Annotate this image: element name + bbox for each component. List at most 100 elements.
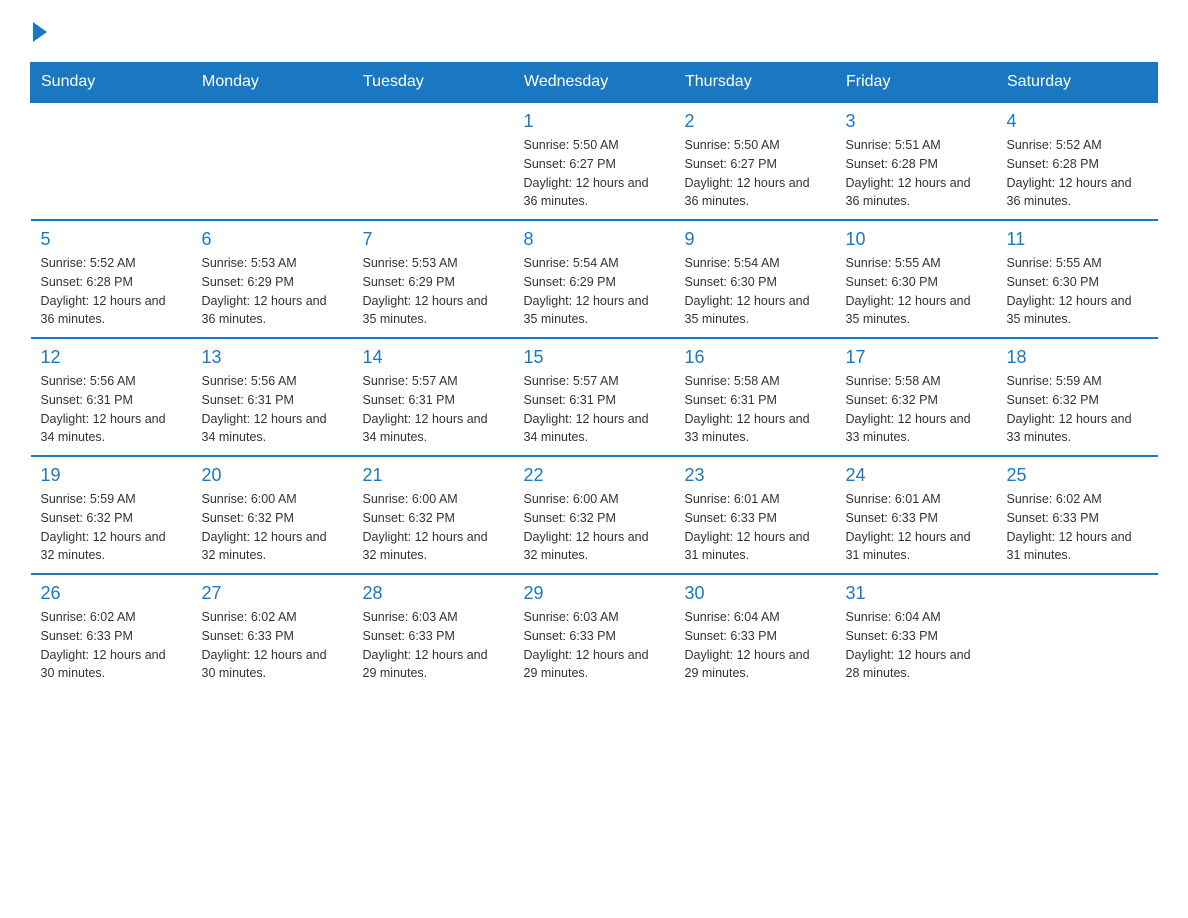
day-number: 21 [363,465,504,486]
calendar-cell: 11 Sunrise: 5:55 AM Sunset: 6:30 PM Dayli… [997,220,1158,338]
day-info: Sunrise: 5:59 AM Sunset: 6:32 PM Dayligh… [1007,372,1148,447]
calendar-cell: 14Sunrise: 5:57 AM Sunset: 6:31 PM Dayli… [353,338,514,456]
weekday-header-monday: Monday [192,63,353,103]
calendar-cell: 16Sunrise: 5:58 AM Sunset: 6:31 PM Dayli… [675,338,836,456]
calendar-cell: 25 Sunrise: 6:02 AM Sunset: 6:33 PM Dayli… [997,456,1158,574]
day-info: Sunrise: 6:02 AM Sunset: 6:33 PM Dayligh… [41,608,182,683]
calendar-cell: 22 Sunrise: 6:00 AM Sunset: 6:32 PM Dayli… [514,456,675,574]
week-row-1: 1 Sunrise: 5:50 AM Sunset: 6:27 PM Daylig… [31,102,1158,220]
day-info: Sunrise: 6:00 AM Sunset: 6:32 PM Dayligh… [524,490,665,565]
day-info: Sunrise: 5:56 AM Sunset: 6:31 PM Dayligh… [41,372,182,447]
day-number: 11 [1007,229,1148,250]
day-number: 10 [846,229,987,250]
day-info: Sunrise: 5:50 AM Sunset: 6:27 PM Dayligh… [524,136,665,211]
day-number: 8 [524,229,665,250]
calendar-cell: 5 Sunrise: 5:52 AM Sunset: 6:28 PM Daylig… [31,220,192,338]
calendar-cell [192,102,353,220]
week-row-2: 5 Sunrise: 5:52 AM Sunset: 6:28 PM Daylig… [31,220,1158,338]
day-number: 12 [41,347,182,368]
day-number: 13 [202,347,343,368]
day-info: Sunrise: 5:51 AM Sunset: 6:28 PM Dayligh… [846,136,987,211]
day-info: Sunrise: 6:04 AM Sunset: 6:33 PM Dayligh… [846,608,987,683]
calendar-cell: 7 Sunrise: 5:53 AM Sunset: 6:29 PM Daylig… [353,220,514,338]
day-number: 29 [524,583,665,604]
weekday-header-row: SundayMondayTuesdayWednesdayThursdayFrid… [31,63,1158,103]
calendar-cell: 12 Sunrise: 5:56 AM Sunset: 6:31 PM Dayli… [31,338,192,456]
weekday-header-wednesday: Wednesday [514,63,675,103]
logo-triangle-icon [33,22,47,42]
calendar-cell: 27 Sunrise: 6:02 AM Sunset: 6:33 PM Dayli… [192,574,353,691]
day-number: 17 [846,347,987,368]
calendar-cell: 18 Sunrise: 5:59 AM Sunset: 6:32 PM Dayli… [997,338,1158,456]
day-number: 23 [685,465,826,486]
calendar-cell: 29 Sunrise: 6:03 AM Sunset: 6:33 PM Dayli… [514,574,675,691]
day-info: Sunrise: 6:03 AM Sunset: 6:33 PM Dayligh… [524,608,665,683]
weekday-header-sunday: Sunday [31,63,192,103]
weekday-header-saturday: Saturday [997,63,1158,103]
day-info: Sunrise: 6:02 AM Sunset: 6:33 PM Dayligh… [202,608,343,683]
day-number: 27 [202,583,343,604]
day-info: Sunrise: 5:55 AM Sunset: 6:30 PM Dayligh… [846,254,987,329]
calendar-cell: 17 Sunrise: 5:58 AM Sunset: 6:32 PM Dayli… [836,338,997,456]
day-number: 3 [846,111,987,132]
day-number: 31 [846,583,987,604]
day-info: Sunrise: 5:59 AM Sunset: 6:32 PM Dayligh… [41,490,182,565]
day-number: 1 [524,111,665,132]
calendar-cell: 3 Sunrise: 5:51 AM Sunset: 6:28 PM Daylig… [836,102,997,220]
day-info: Sunrise: 6:02 AM Sunset: 6:33 PM Dayligh… [1007,490,1148,565]
day-number: 5 [41,229,182,250]
calendar-cell: 6 Sunrise: 5:53 AM Sunset: 6:29 PM Daylig… [192,220,353,338]
day-number: 24 [846,465,987,486]
calendar-cell: 1 Sunrise: 5:50 AM Sunset: 6:27 PM Daylig… [514,102,675,220]
day-info: Sunrise: 5:52 AM Sunset: 6:28 PM Dayligh… [1007,136,1148,211]
day-info: Sunrise: 5:58 AM Sunset: 6:31 PM Dayligh… [685,372,826,447]
day-number: 2 [685,111,826,132]
day-number: 7 [363,229,504,250]
calendar-cell: 30Sunrise: 6:04 AM Sunset: 6:33 PM Dayli… [675,574,836,691]
calendar-cell: 23 Sunrise: 6:01 AM Sunset: 6:33 PM Dayli… [675,456,836,574]
calendar-cell: 20 Sunrise: 6:00 AM Sunset: 6:32 PM Dayli… [192,456,353,574]
logo [30,20,47,42]
page-header [30,20,1158,42]
calendar-cell [31,102,192,220]
calendar-cell: 13 Sunrise: 5:56 AM Sunset: 6:31 PM Dayli… [192,338,353,456]
day-number: 15 [524,347,665,368]
calendar-cell: 24 Sunrise: 6:01 AM Sunset: 6:33 PM Dayli… [836,456,997,574]
day-number: 9 [685,229,826,250]
day-info: Sunrise: 5:54 AM Sunset: 6:30 PM Dayligh… [685,254,826,329]
day-info: Sunrise: 5:50 AM Sunset: 6:27 PM Dayligh… [685,136,826,211]
day-info: Sunrise: 5:56 AM Sunset: 6:31 PM Dayligh… [202,372,343,447]
calendar-cell: 19 Sunrise: 5:59 AM Sunset: 6:32 PM Dayli… [31,456,192,574]
day-info: Sunrise: 6:03 AM Sunset: 6:33 PM Dayligh… [363,608,504,683]
day-info: Sunrise: 5:53 AM Sunset: 6:29 PM Dayligh… [202,254,343,329]
day-info: Sunrise: 6:01 AM Sunset: 6:33 PM Dayligh… [685,490,826,565]
day-info: Sunrise: 6:00 AM Sunset: 6:32 PM Dayligh… [202,490,343,565]
calendar-cell: 4Sunrise: 5:52 AM Sunset: 6:28 PM Daylig… [997,102,1158,220]
weekday-header-friday: Friday [836,63,997,103]
day-number: 18 [1007,347,1148,368]
day-info: Sunrise: 6:01 AM Sunset: 6:33 PM Dayligh… [846,490,987,565]
calendar-cell [353,102,514,220]
calendar-cell: 28Sunrise: 6:03 AM Sunset: 6:33 PM Dayli… [353,574,514,691]
day-number: 20 [202,465,343,486]
day-number: 26 [41,583,182,604]
day-number: 30 [685,583,826,604]
weekday-header-thursday: Thursday [675,63,836,103]
day-number: 19 [41,465,182,486]
calendar-cell: 15Sunrise: 5:57 AM Sunset: 6:31 PM Dayli… [514,338,675,456]
calendar-cell: 2 Sunrise: 5:50 AM Sunset: 6:27 PM Daylig… [675,102,836,220]
calendar-cell: 26 Sunrise: 6:02 AM Sunset: 6:33 PM Dayli… [31,574,192,691]
day-info: Sunrise: 5:55 AM Sunset: 6:30 PM Dayligh… [1007,254,1148,329]
week-row-3: 12 Sunrise: 5:56 AM Sunset: 6:31 PM Dayli… [31,338,1158,456]
calendar-table: SundayMondayTuesdayWednesdayThursdayFrid… [30,62,1158,691]
day-info: Sunrise: 5:58 AM Sunset: 6:32 PM Dayligh… [846,372,987,447]
day-number: 22 [524,465,665,486]
day-info: Sunrise: 5:53 AM Sunset: 6:29 PM Dayligh… [363,254,504,329]
calendar-cell: 9 Sunrise: 5:54 AM Sunset: 6:30 PM Daylig… [675,220,836,338]
day-number: 25 [1007,465,1148,486]
calendar-cell: 21Sunrise: 6:00 AM Sunset: 6:32 PM Dayli… [353,456,514,574]
weekday-header-tuesday: Tuesday [353,63,514,103]
day-number: 6 [202,229,343,250]
calendar-cell: 10 Sunrise: 5:55 AM Sunset: 6:30 PM Dayli… [836,220,997,338]
day-info: Sunrise: 5:52 AM Sunset: 6:28 PM Dayligh… [41,254,182,329]
